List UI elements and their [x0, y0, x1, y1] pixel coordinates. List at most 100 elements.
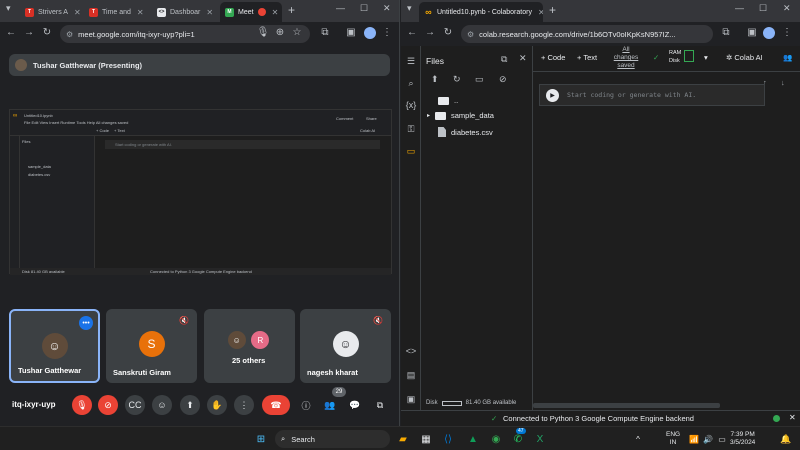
close-tab-icon[interactable]: ✕: [74, 8, 81, 17]
side-panel-icon[interactable]: ▣: [745, 27, 759, 38]
profile-avatar[interactable]: [763, 27, 775, 39]
resource-meter[interactable]: [684, 50, 694, 62]
more-options-icon[interactable]: •••: [79, 316, 93, 330]
folder-row[interactable]: ▸ sample_data: [427, 111, 494, 120]
show-hidden-icons[interactable]: ^: [630, 431, 646, 447]
address-bar[interactable]: ⚙ colab.research.google.com/drive/1b6OTv…: [461, 25, 713, 43]
run-cell-icon[interactable]: ▶: [546, 89, 559, 102]
windows-start-icon[interactable]: ⊞: [253, 431, 269, 447]
present-button[interactable]: ⬆: [180, 395, 200, 415]
maximize-icon[interactable]: ☐: [759, 3, 767, 14]
reload-icon[interactable]: ↻: [441, 27, 455, 38]
close-tab-icon[interactable]: ✕: [272, 8, 279, 17]
new-tab-icon[interactable]: +: [549, 3, 556, 17]
close-panel-icon[interactable]: ✕: [519, 53, 527, 64]
new-window-icon[interactable]: ⧉: [501, 54, 507, 65]
activities-icon[interactable]: ⧉: [370, 395, 390, 415]
new-tab-icon[interactable]: +: [288, 3, 295, 17]
extensions-icon[interactable]: ⧉: [719, 27, 733, 38]
command-palette-icon[interactable]: ▤: [405, 370, 417, 381]
mount-drive-icon[interactable]: ▭: [475, 74, 484, 85]
code-snippets-icon[interactable]: <>: [405, 346, 417, 356]
tab-meet[interactable]: M Meet ✕: [220, 2, 282, 22]
battery-icon[interactable]: ▭: [714, 431, 730, 447]
upload-file-icon[interactable]: ⬆: [431, 74, 439, 85]
forward-icon[interactable]: →: [22, 27, 36, 38]
menu-kebab-icon[interactable]: ⋮: [780, 27, 794, 38]
code-cell[interactable]: ▶ Start coding or generate with AI.: [539, 84, 765, 106]
refresh-icon[interactable]: ↻: [453, 74, 461, 85]
close-tab-icon[interactable]: ✕: [538, 8, 543, 17]
mic-off-button[interactable]: 🎙: [72, 395, 92, 415]
emoji-button[interactable]: ☺: [152, 395, 172, 415]
share-people-icon[interactable]: 👥: [783, 53, 792, 62]
profile-avatar[interactable]: [364, 27, 376, 39]
move-down-icon[interactable]: ↓: [781, 78, 785, 87]
language-indicator[interactable]: ENG IN: [666, 431, 680, 447]
taskbar-search[interactable]: ⌕ Search: [275, 430, 390, 448]
people-icon[interactable]: 👥: [320, 395, 340, 415]
chrome-icon[interactable]: ◉: [488, 431, 504, 447]
file-row[interactable]: diabetes.csv: [427, 127, 493, 137]
close-window-icon[interactable]: ✕: [783, 3, 791, 14]
search-icon[interactable]: ⌕: [405, 78, 417, 89]
site-info-icon[interactable]: ⚙: [467, 30, 474, 39]
secrets-key-icon[interactable]: ⚿: [405, 124, 417, 135]
minimize-icon[interactable]: —: [735, 3, 744, 13]
add-code-button[interactable]: + Code: [541, 53, 565, 62]
participant-tile[interactable]: 🔇 ☺ nagesh kharat: [300, 309, 391, 383]
tab-colab[interactable]: ∞ Untitled10.pynb - Colaboratory ✕: [419, 2, 543, 22]
app-icon[interactable]: ▦: [418, 431, 434, 447]
camera-off-button[interactable]: ⊘: [98, 395, 118, 415]
runtime-dropdown-icon[interactable]: ▾: [704, 53, 708, 62]
clock[interactable]: 7:39 PM 3/5/2024: [730, 431, 755, 447]
raise-hand-button[interactable]: ✋: [207, 395, 227, 415]
maximize-icon[interactable]: ☐: [360, 3, 368, 14]
close-tab-icon[interactable]: ✕: [206, 8, 213, 17]
extensions-icon[interactable]: ⧉: [318, 27, 332, 38]
mic-icon[interactable]: 🎙: [256, 27, 270, 38]
bookmark-star-icon[interactable]: ☆: [290, 27, 304, 38]
excel-icon[interactable]: X: [532, 431, 548, 447]
captions-button[interactable]: CC: [125, 395, 145, 415]
variables-icon[interactable]: {x}: [405, 100, 417, 110]
back-icon[interactable]: ←: [405, 27, 419, 38]
vscode-icon[interactable]: ⟨⟩: [440, 431, 456, 447]
horizontal-scrollbar[interactable]: [533, 403, 720, 408]
meeting-info-icon[interactable]: ⓘ: [296, 395, 316, 415]
menu-kebab-icon[interactable]: ⋮: [380, 27, 394, 38]
add-text-button[interactable]: + Text: [577, 53, 597, 62]
side-panel-icon[interactable]: ▣: [344, 27, 358, 38]
close-tab-icon[interactable]: ✕: [137, 8, 144, 17]
toc-icon[interactable]: ☰: [405, 56, 417, 67]
colab-ai-button[interactable]: ✲ Colab AI: [726, 53, 763, 62]
participant-tile[interactable]: 🔇 S Sanskruti Giram: [106, 309, 197, 383]
reload-icon[interactable]: ↻: [40, 27, 54, 38]
close-window-icon[interactable]: ✕: [383, 3, 391, 14]
notifications-icon[interactable]: 🔔: [778, 431, 794, 447]
file-explorer-icon[interactable]: ▰: [395, 431, 411, 447]
more-options-button[interactable]: ⋮: [234, 395, 254, 415]
tab-search-icon[interactable]: ▾: [6, 3, 11, 14]
tab-strivers[interactable]: T Strivers A ✕: [20, 2, 82, 22]
chat-icon[interactable]: 💬: [345, 395, 365, 415]
participant-tile[interactable]: ☺ R 25 others: [204, 309, 295, 383]
back-icon[interactable]: ←: [4, 27, 18, 38]
files-folder-icon[interactable]: ▭: [405, 146, 417, 157]
minimize-icon[interactable]: —: [336, 3, 345, 13]
participant-tile[interactable]: ••• ☺ Tushar Gatthewar: [9, 309, 100, 383]
translate-icon[interactable]: ⊕: [273, 27, 287, 38]
site-info-icon[interactable]: ⚙: [66, 30, 73, 39]
close-status-icon[interactable]: ✕: [789, 413, 796, 422]
leave-call-button[interactable]: ☎: [262, 395, 290, 415]
save-status-link[interactable]: All changes saved: [611, 46, 641, 70]
expand-arrow-icon[interactable]: ▸: [427, 112, 430, 119]
hide-files-icon[interactable]: ⊘: [499, 74, 507, 85]
forward-icon[interactable]: →: [423, 27, 437, 38]
app-icon[interactable]: ▲: [465, 431, 481, 447]
parent-dir-row[interactable]: ..: [427, 96, 458, 105]
tab-search-icon[interactable]: ▾: [407, 3, 412, 14]
terminal-icon[interactable]: ▣: [405, 394, 417, 405]
tab-time-and[interactable]: T Time and ✕: [84, 2, 150, 22]
tab-dashboard[interactable]: <> Dashboar ✕: [152, 2, 218, 22]
